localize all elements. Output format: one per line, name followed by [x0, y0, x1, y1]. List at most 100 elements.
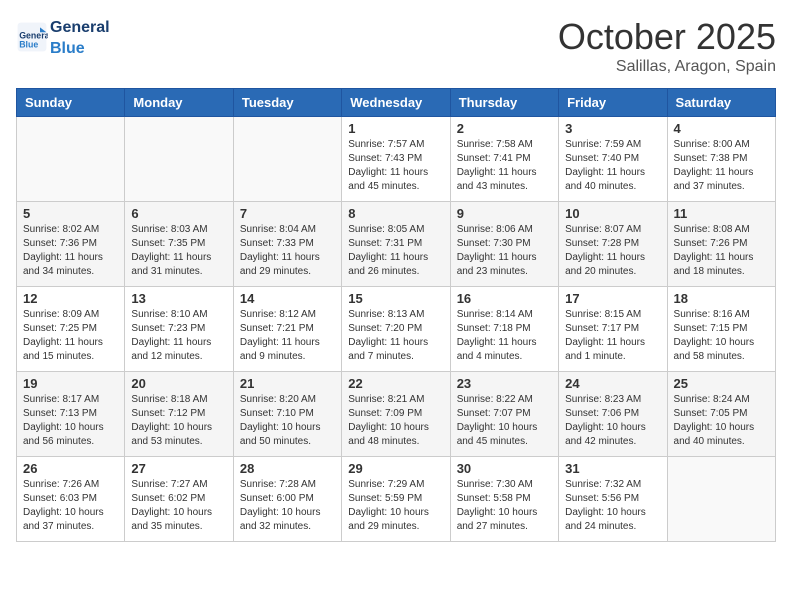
logo-general-text: General: [50, 19, 110, 36]
day-number: 18: [674, 291, 769, 306]
svg-text:Blue: Blue: [19, 39, 38, 49]
day-number: 17: [565, 291, 660, 306]
week-row-1: 1 Sunrise: 7:57 AM Sunset: 7:43 PM Daylig…: [17, 117, 776, 202]
calendar-cell: 21 Sunrise: 8:20 AM Sunset: 7:10 PM Dayli…: [233, 372, 341, 457]
day-info: Sunrise: 7:30 AM Sunset: 5:58 PM Dayligh…: [457, 478, 552, 534]
calendar-cell: 1 Sunrise: 7:57 AM Sunset: 7:43 PM Daylig…: [342, 117, 450, 202]
day-number: 3: [565, 121, 660, 136]
day-number: 31: [565, 461, 660, 476]
calendar-cell: 14Sunrise: 8:12 AM Sunset: 7:21 PM Dayli…: [233, 287, 341, 372]
weekday-header-row: SundayMondayTuesdayWednesdayThursdayFrid…: [17, 89, 776, 117]
calendar-cell: 10 Sunrise: 8:07 AM Sunset: 7:28 PM Dayli…: [559, 202, 667, 287]
day-info: Sunrise: 7:59 AM Sunset: 7:40 PM Dayligh…: [565, 138, 660, 194]
calendar-cell: 8Sunrise: 8:05 AM Sunset: 7:31 PM Daylig…: [342, 202, 450, 287]
calendar-cell: 27Sunrise: 7:27 AM Sunset: 6:02 PM Dayli…: [125, 457, 233, 542]
day-number: 21: [240, 376, 335, 391]
day-info: Sunrise: 7:26 AM Sunset: 6:03 PM Dayligh…: [23, 478, 118, 534]
calendar-cell: 11Sunrise: 8:08 AM Sunset: 7:26 PM Dayli…: [667, 202, 775, 287]
logo: General Blue General Blue: [16, 16, 110, 58]
day-info: Sunrise: 8:04 AM Sunset: 7:33 PM Dayligh…: [240, 223, 335, 279]
day-number: 24: [565, 376, 660, 391]
weekday-header-saturday: Saturday: [667, 89, 775, 117]
day-info: Sunrise: 8:02 AM Sunset: 7:36 PM Dayligh…: [23, 223, 118, 279]
page-header: General Blue General Blue October 2025 S…: [16, 16, 776, 76]
weekday-header-tuesday: Tuesday: [233, 89, 341, 117]
day-number: 2: [457, 121, 552, 136]
day-info: Sunrise: 8:03 AM Sunset: 7:35 PM Dayligh…: [131, 223, 226, 279]
day-number: 25: [674, 376, 769, 391]
calendar-cell: 30 Sunrise: 7:30 AM Sunset: 5:58 PM Dayli…: [450, 457, 558, 542]
day-number: 13: [131, 291, 226, 306]
calendar-cell: 13 Sunrise: 8:10 AM Sunset: 7:23 PM Dayli…: [125, 287, 233, 372]
day-info: Sunrise: 8:14 AM Sunset: 7:18 PM Dayligh…: [457, 308, 552, 364]
calendar-cell: 20 Sunrise: 8:18 AM Sunset: 7:12 PM Dayli…: [125, 372, 233, 457]
logo-icon: General Blue: [16, 21, 48, 53]
calendar-cell: 9Sunrise: 8:06 AM Sunset: 7:30 PM Daylig…: [450, 202, 558, 287]
day-info: Sunrise: 8:23 AM Sunset: 7:06 PM Dayligh…: [565, 393, 660, 449]
weekday-header-friday: Friday: [559, 89, 667, 117]
day-number: 23: [457, 376, 552, 391]
day-number: 19: [23, 376, 118, 391]
calendar-cell: 6Sunrise: 8:03 AM Sunset: 7:35 PM Daylig…: [125, 202, 233, 287]
calendar-cell: 22 Sunrise: 8:21 AM Sunset: 7:09 PM Dayli…: [342, 372, 450, 457]
calendar-table: SundayMondayTuesdayWednesdayThursdayFrid…: [16, 88, 776, 542]
calendar-cell: 24 Sunrise: 8:23 AM Sunset: 7:06 PM Dayli…: [559, 372, 667, 457]
calendar-cell: 18 Sunrise: 8:16 AM Sunset: 7:15 PM Dayli…: [667, 287, 775, 372]
week-row-3: 12Sunrise: 8:09 AM Sunset: 7:25 PM Dayli…: [17, 287, 776, 372]
calendar-cell: 19 Sunrise: 8:17 AM Sunset: 7:13 PM Dayli…: [17, 372, 125, 457]
day-info: Sunrise: 7:28 AM Sunset: 6:00 PM Dayligh…: [240, 478, 335, 534]
weekday-header-monday: Monday: [125, 89, 233, 117]
day-number: 8: [348, 206, 443, 221]
day-info: Sunrise: 8:20 AM Sunset: 7:10 PM Dayligh…: [240, 393, 335, 449]
day-info: Sunrise: 8:12 AM Sunset: 7:21 PM Dayligh…: [240, 308, 335, 364]
day-number: 1: [348, 121, 443, 136]
day-number: 22: [348, 376, 443, 391]
day-number: 10: [565, 206, 660, 221]
day-info: Sunrise: 8:16 AM Sunset: 7:15 PM Dayligh…: [674, 308, 769, 364]
day-number: 27: [131, 461, 226, 476]
calendar-cell: 28Sunrise: 7:28 AM Sunset: 6:00 PM Dayli…: [233, 457, 341, 542]
day-info: Sunrise: 8:07 AM Sunset: 7:28 PM Dayligh…: [565, 223, 660, 279]
calendar-cell: 2 Sunrise: 7:58 AM Sunset: 7:41 PM Daylig…: [450, 117, 558, 202]
day-info: Sunrise: 8:17 AM Sunset: 7:13 PM Dayligh…: [23, 393, 118, 449]
calendar-cell: 3 Sunrise: 7:59 AM Sunset: 7:40 PM Daylig…: [559, 117, 667, 202]
week-row-4: 19 Sunrise: 8:17 AM Sunset: 7:13 PM Dayli…: [17, 372, 776, 457]
day-info: Sunrise: 7:57 AM Sunset: 7:43 PM Dayligh…: [348, 138, 443, 194]
day-number: 4: [674, 121, 769, 136]
calendar-cell: 16 Sunrise: 8:14 AM Sunset: 7:18 PM Dayli…: [450, 287, 558, 372]
week-row-5: 26 Sunrise: 7:26 AM Sunset: 6:03 PM Dayli…: [17, 457, 776, 542]
day-info: Sunrise: 8:13 AM Sunset: 7:20 PM Dayligh…: [348, 308, 443, 364]
logo-blue-text: Blue: [50, 40, 85, 57]
day-number: 29: [348, 461, 443, 476]
calendar-cell: [667, 457, 775, 542]
day-info: Sunrise: 8:21 AM Sunset: 7:09 PM Dayligh…: [348, 393, 443, 449]
calendar-cell: [233, 117, 341, 202]
calendar-cell: 15 Sunrise: 8:13 AM Sunset: 7:20 PM Dayli…: [342, 287, 450, 372]
day-number: 30: [457, 461, 552, 476]
day-number: 26: [23, 461, 118, 476]
day-info: Sunrise: 8:18 AM Sunset: 7:12 PM Dayligh…: [131, 393, 226, 449]
title-area: October 2025 Salillas, Aragon, Spain: [558, 16, 776, 76]
day-info: Sunrise: 8:06 AM Sunset: 7:30 PM Dayligh…: [457, 223, 552, 279]
day-number: 12: [23, 291, 118, 306]
location-title: Salillas, Aragon, Spain: [558, 58, 776, 76]
day-info: Sunrise: 7:29 AM Sunset: 5:59 PM Dayligh…: [348, 478, 443, 534]
calendar-cell: 25 Sunrise: 8:24 AM Sunset: 7:05 PM Dayli…: [667, 372, 775, 457]
calendar-cell: [125, 117, 233, 202]
day-info: Sunrise: 8:24 AM Sunset: 7:05 PM Dayligh…: [674, 393, 769, 449]
day-info: Sunrise: 8:15 AM Sunset: 7:17 PM Dayligh…: [565, 308, 660, 364]
day-info: Sunrise: 7:32 AM Sunset: 5:56 PM Dayligh…: [565, 478, 660, 534]
calendar-cell: 17 Sunrise: 8:15 AM Sunset: 7:17 PM Dayli…: [559, 287, 667, 372]
calendar-cell: 4 Sunrise: 8:00 AM Sunset: 7:38 PM Daylig…: [667, 117, 775, 202]
day-info: Sunrise: 8:10 AM Sunset: 7:23 PM Dayligh…: [131, 308, 226, 364]
calendar-cell: 29 Sunrise: 7:29 AM Sunset: 5:59 PM Dayli…: [342, 457, 450, 542]
day-info: Sunrise: 7:58 AM Sunset: 7:41 PM Dayligh…: [457, 138, 552, 194]
day-number: 7: [240, 206, 335, 221]
day-info: Sunrise: 8:08 AM Sunset: 7:26 PM Dayligh…: [674, 223, 769, 279]
month-title: October 2025: [558, 16, 776, 58]
day-number: 16: [457, 291, 552, 306]
day-number: 15: [348, 291, 443, 306]
day-number: 20: [131, 376, 226, 391]
calendar-cell: 5Sunrise: 8:02 AM Sunset: 7:36 PM Daylig…: [17, 202, 125, 287]
day-info: Sunrise: 8:00 AM Sunset: 7:38 PM Dayligh…: [674, 138, 769, 194]
